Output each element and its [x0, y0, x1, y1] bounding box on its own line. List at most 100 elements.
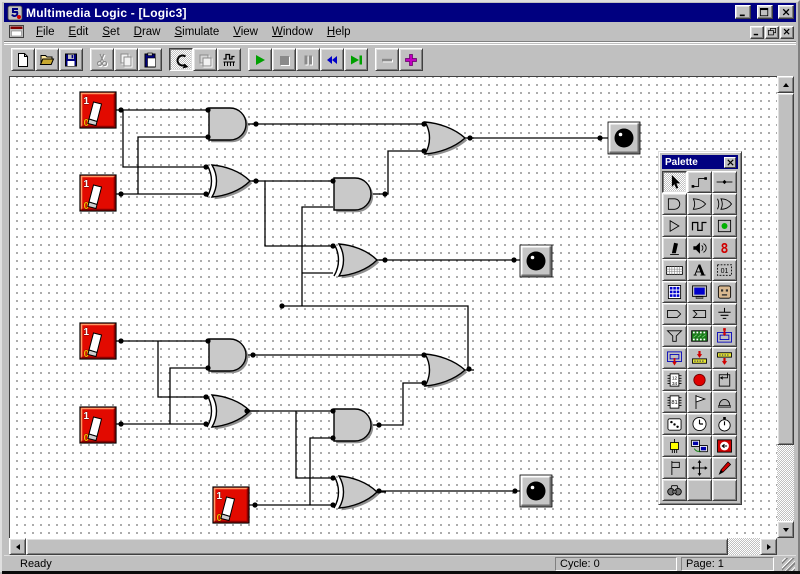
palette-tool-random[interactable]	[662, 413, 687, 435]
menu-item-view[interactable]: View	[226, 24, 265, 40]
or-gate-component[interactable]	[425, 354, 474, 388]
toolbar-save-button[interactable]	[59, 48, 83, 71]
menu-item-help[interactable]: Help	[320, 24, 358, 40]
document-icon[interactable]	[9, 25, 25, 39]
switch-component[interactable]: 10	[80, 175, 116, 212]
palette-tool-transmitter[interactable]	[712, 435, 737, 457]
palette-tool-ground[interactable]	[712, 303, 737, 325]
toolbar-pointer-mode-button[interactable]	[169, 48, 193, 71]
menu-item-edit[interactable]: Edit	[62, 24, 96, 40]
palette-tool-send-tag[interactable]	[662, 303, 687, 325]
wire-20[interactable]	[296, 411, 333, 478]
palette-tool-bus-read[interactable]	[712, 347, 737, 369]
palette-tool-clock[interactable]	[687, 413, 712, 435]
menu-item-file[interactable]: File	[29, 24, 62, 40]
palette-tool-robot[interactable]	[712, 281, 737, 303]
xor-gate-component[interactable]	[334, 244, 386, 278]
toolbar-logic-analyzer-button[interactable]	[217, 48, 241, 71]
mdi-restore-button[interactable]	[765, 26, 779, 39]
xor-gate-component[interactable]	[207, 395, 259, 429]
palette-tool-or-gate[interactable]	[687, 193, 712, 215]
palette-tool-flag2[interactable]	[662, 457, 687, 479]
led-component[interactable]	[520, 475, 552, 507]
wire-21[interactable]	[379, 383, 424, 425]
palette-tool-and-gate[interactable]	[662, 193, 687, 215]
palette-tool-connector[interactable]	[662, 435, 687, 457]
palette-tool-adjust[interactable]	[687, 457, 712, 479]
palette-tool-bitmap[interactable]	[687, 325, 712, 347]
palette-tool-select[interactable]	[662, 171, 687, 193]
palette-tool-bus-write[interactable]	[687, 347, 712, 369]
wire-2[interactable]	[123, 110, 206, 167]
wire-23[interactable]	[310, 438, 333, 505]
led-component[interactable]	[608, 122, 640, 154]
toolbar-paste-button[interactable]	[138, 48, 162, 71]
palette-tool-merge[interactable]	[662, 325, 687, 347]
palette-tool-chip[interactable]: 1234	[662, 369, 687, 391]
palette-tool-oscillator[interactable]	[687, 215, 712, 237]
palette-tool-speaker[interactable]	[687, 237, 712, 259]
palette-close-button[interactable]	[724, 157, 736, 168]
switch-component[interactable]: 10	[80, 92, 116, 129]
palette-tool-seven-segment[interactable]: 8	[712, 237, 737, 259]
resize-grip[interactable]	[782, 558, 795, 571]
and-gate-component[interactable]	[334, 409, 380, 443]
palette-tool-chip2[interactable]: 81	[662, 391, 687, 413]
palette-title-bar[interactable]: Palette	[662, 155, 738, 169]
palette-tool-ball[interactable]	[687, 369, 712, 391]
palette-tool-keyboard[interactable]	[662, 259, 687, 281]
palette-tool-binary-display[interactable]: 01	[712, 259, 737, 281]
palette-tool-led[interactable]	[712, 215, 737, 237]
led-component[interactable]	[520, 245, 552, 277]
palette-tool-data-out[interactable]	[662, 347, 687, 369]
palette-tool-xor-gate[interactable]	[712, 193, 737, 215]
palette-tool-receive-tag[interactable]	[687, 303, 712, 325]
v-scroll-down-button[interactable]	[777, 521, 794, 538]
and-gate-component[interactable]	[209, 339, 255, 373]
toolbar-rewind-button[interactable]	[320, 48, 344, 71]
palette-tool-pen[interactable]	[712, 457, 737, 479]
menu-item-window[interactable]: Window	[265, 24, 320, 40]
palette-tool-inverter[interactable]	[662, 215, 687, 237]
toolbar-step-button[interactable]	[344, 48, 368, 71]
menu-item-draw[interactable]: Draw	[127, 24, 168, 40]
mdi-close-button[interactable]	[780, 26, 794, 39]
palette-tool-network[interactable]	[687, 435, 712, 457]
v-scroll-up-button[interactable]	[777, 76, 794, 93]
palette-tool-ascii-display[interactable]: A	[687, 259, 712, 281]
close-button[interactable]	[778, 5, 794, 19]
h-scroll-left-button[interactable]	[9, 538, 26, 555]
wire-17[interactable]	[170, 368, 208, 424]
palette-tool-keypad[interactable]	[662, 281, 687, 303]
minimize-button[interactable]	[735, 5, 751, 19]
palette-tool-flipflop[interactable]	[712, 369, 737, 391]
switch-component[interactable]: 10	[80, 323, 116, 360]
maximize-button[interactable]	[757, 5, 773, 19]
palette-tool-find[interactable]	[662, 479, 687, 501]
wire-4[interactable]	[138, 137, 208, 194]
or-gate-component[interactable]	[425, 122, 474, 156]
switch-component[interactable]: 10	[80, 407, 116, 444]
toolbar-zoom-in-button[interactable]	[399, 48, 423, 71]
menu-item-set[interactable]: Set	[95, 24, 126, 40]
palette-tool-flag[interactable]	[687, 391, 712, 413]
palette-tool-timer[interactable]	[712, 413, 737, 435]
toolbar-open-button[interactable]	[35, 48, 59, 71]
wire-15[interactable]	[158, 341, 206, 397]
toolbar-run-button[interactable]	[248, 48, 272, 71]
wire-7[interactable]	[265, 181, 333, 246]
switch-component[interactable]: 10	[213, 487, 249, 524]
palette-tool-data-in[interactable]	[712, 325, 737, 347]
and-gate-component[interactable]	[209, 108, 255, 142]
and-gate-component[interactable]	[334, 178, 380, 212]
palette-tool-wire[interactable]	[687, 171, 712, 193]
wire-11[interactable]	[302, 207, 333, 306]
wire-8[interactable]	[379, 151, 424, 194]
palette-tool-bell[interactable]	[712, 391, 737, 413]
palette-tool-node[interactable]	[712, 171, 737, 193]
mdi-minimize-button[interactable]	[750, 26, 764, 39]
v-scroll-thumb[interactable]	[777, 93, 794, 445]
xor-gate-component[interactable]	[207, 165, 259, 199]
menu-item-simulate[interactable]: Simulate	[167, 24, 226, 40]
palette-tool-switch[interactable]	[662, 237, 687, 259]
